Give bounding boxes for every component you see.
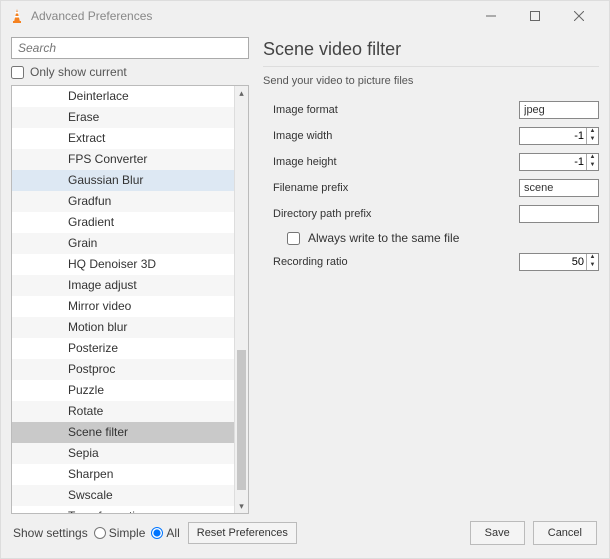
scroll-up-icon[interactable]: ▴ (235, 86, 248, 100)
list-item[interactable]: Scene filter (12, 422, 234, 443)
list-item[interactable]: Gradfun (12, 191, 234, 212)
always-write-checkbox[interactable] (287, 232, 300, 245)
row-filename-prefix: Filename prefix (273, 179, 599, 197)
list-item[interactable]: Posterize (12, 338, 234, 359)
list-item[interactable]: FPS Converter (12, 149, 234, 170)
list-item[interactable]: Gradient (12, 212, 234, 233)
vlc-icon (9, 8, 25, 24)
only-show-current-label: Only show current (30, 65, 127, 79)
row-always-write[interactable]: Always write to the same file (273, 231, 599, 245)
directory-prefix-input[interactable] (519, 205, 599, 223)
form: Image format Image width -1 ▲▼ Image hei… (263, 101, 599, 271)
image-format-label: Image format (273, 104, 519, 116)
list-item[interactable]: HQ Denoiser 3D (12, 254, 234, 275)
list-item[interactable]: Extract (12, 128, 234, 149)
filename-prefix-input[interactable] (519, 179, 599, 197)
recording-ratio-spinner[interactable]: 50 ▲▼ (519, 253, 599, 271)
window-title: Advanced Preferences (31, 9, 469, 23)
recording-ratio-value: 50 (520, 256, 586, 268)
spinner-buttons[interactable]: ▲▼ (586, 128, 598, 144)
left-panel: Only show current DeinterlaceEraseExtrac… (11, 37, 249, 514)
show-settings-group: Show settings Simple All (13, 526, 180, 540)
content-area: Only show current DeinterlaceEraseExtrac… (1, 31, 609, 514)
row-directory-prefix: Directory path prefix (273, 205, 599, 223)
radio-simple-input[interactable] (94, 527, 106, 539)
search-input[interactable] (11, 37, 249, 59)
filter-list: DeinterlaceEraseExtractFPS ConverterGaus… (11, 85, 249, 514)
list-item[interactable]: Transformation (12, 506, 234, 513)
radio-simple-label: Simple (109, 526, 146, 540)
panel-title: Scene video filter (263, 39, 599, 67)
radio-all[interactable]: All (151, 526, 179, 540)
image-format-input[interactable] (519, 101, 599, 119)
always-write-label: Always write to the same file (308, 231, 459, 245)
right-panel: Scene video filter Send your video to pi… (263, 37, 599, 514)
radio-all-label: All (166, 526, 179, 540)
list-item[interactable]: Image adjust (12, 275, 234, 296)
image-width-spinner[interactable]: -1 ▲▼ (519, 127, 599, 145)
row-image-format: Image format (273, 101, 599, 119)
image-height-label: Image height (273, 156, 519, 168)
minimize-button[interactable] (469, 2, 513, 30)
window-controls (469, 2, 601, 30)
filename-prefix-label: Filename prefix (273, 182, 519, 194)
list-item[interactable]: Erase (12, 107, 234, 128)
list-item[interactable]: Gaussian Blur (12, 170, 234, 191)
image-width-value: -1 (520, 130, 586, 142)
spinner-buttons[interactable]: ▲▼ (586, 154, 598, 170)
image-height-value: -1 (520, 156, 586, 168)
row-image-height: Image height -1 ▲▼ (273, 153, 599, 171)
list-item[interactable]: Deinterlace (12, 86, 234, 107)
maximize-button[interactable] (513, 2, 557, 30)
list-item[interactable]: Grain (12, 233, 234, 254)
radio-simple[interactable]: Simple (94, 526, 146, 540)
only-show-current-checkbox[interactable] (11, 66, 24, 79)
list-item[interactable]: Postproc (12, 359, 234, 380)
list-item[interactable]: Sharpen (12, 464, 234, 485)
panel-desc: Send your video to picture files (263, 75, 599, 87)
footer: Show settings Simple All Reset Preferenc… (1, 514, 609, 558)
row-recording-ratio: Recording ratio 50 ▲▼ (273, 253, 599, 271)
show-settings-label: Show settings (13, 526, 88, 540)
radio-all-input[interactable] (151, 527, 163, 539)
scroll-down-icon[interactable]: ▾ (235, 499, 248, 513)
row-image-width: Image width -1 ▲▼ (273, 127, 599, 145)
image-width-label: Image width (273, 130, 519, 142)
list-item[interactable]: Swscale (12, 485, 234, 506)
cancel-button[interactable]: Cancel (533, 521, 597, 545)
list-item[interactable]: Motion blur (12, 317, 234, 338)
recording-ratio-label: Recording ratio (273, 256, 519, 268)
preferences-window: Advanced Preferences Only show current D… (0, 0, 610, 559)
list-item[interactable]: Sepia (12, 443, 234, 464)
reset-preferences-button[interactable]: Reset Preferences (188, 522, 297, 544)
list-item[interactable]: Mirror video (12, 296, 234, 317)
titlebar: Advanced Preferences (1, 1, 609, 31)
only-show-current-check[interactable]: Only show current (11, 65, 249, 79)
directory-prefix-label: Directory path prefix (273, 208, 519, 220)
list-item[interactable]: Puzzle (12, 380, 234, 401)
close-button[interactable] (557, 2, 601, 30)
list-item[interactable]: Rotate (12, 401, 234, 422)
image-height-spinner[interactable]: -1 ▲▼ (519, 153, 599, 171)
filter-list-items: DeinterlaceEraseExtractFPS ConverterGaus… (12, 86, 234, 513)
scroll-thumb[interactable] (237, 350, 246, 490)
save-button[interactable]: Save (470, 521, 525, 545)
spinner-buttons[interactable]: ▲▼ (586, 254, 598, 270)
scrollbar[interactable]: ▴ ▾ (234, 86, 248, 513)
